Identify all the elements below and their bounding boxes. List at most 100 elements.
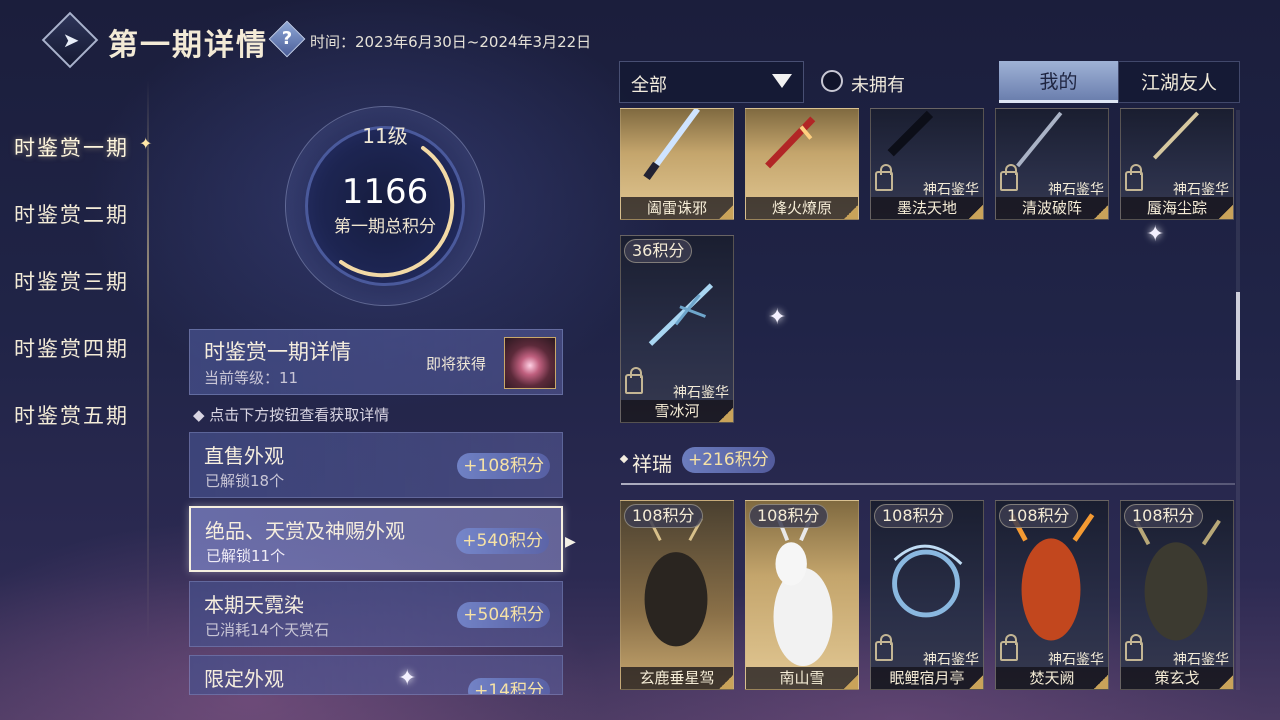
row-points-badge: +504积分: [457, 602, 550, 628]
row-subtitle: 已消耗14个天赏石: [205, 621, 330, 639]
chevron-down-icon[interactable]: [772, 74, 792, 88]
nav-divider: [147, 80, 149, 640]
score-level: 11级: [362, 124, 408, 148]
card-points-badge: 108积分: [999, 504, 1078, 528]
nav-item-period-5[interactable]: 时鉴赏五期: [14, 400, 129, 430]
card-corner-mark: [719, 205, 733, 219]
card-name: 阖雷诛邪: [621, 197, 733, 219]
lock-icon: [1000, 634, 1018, 661]
section-points-badge: +216积分: [682, 447, 775, 473]
nav-item-period-2[interactable]: 时鉴赏二期: [14, 199, 129, 229]
unowned-label: 未拥有: [851, 75, 905, 96]
section-bullet-icon: [619, 454, 629, 464]
weapon-card[interactable]: 烽火燎原: [745, 108, 859, 220]
upcoming-reward-thumbnail[interactable]: [504, 337, 556, 389]
card-name: 雪冰河: [621, 400, 733, 422]
card-name: 策玄戈: [1121, 667, 1233, 689]
card-name: 清波破阵: [996, 197, 1108, 219]
row-title: 限定外观: [204, 667, 284, 691]
sparkle-icon: ✦: [768, 305, 787, 330]
help-icon[interactable]: ?: [274, 26, 300, 52]
card-name: 墨法天地: [871, 197, 983, 219]
score-label: 第一期总积分: [334, 217, 436, 237]
filter-selected-label: 全部: [631, 75, 667, 96]
mount-card[interactable]: 108积分 神石鉴华 眠鲤宿月亭: [870, 500, 984, 690]
lock-icon: [625, 367, 643, 394]
upcoming-reward-label: 即将获得: [426, 355, 487, 373]
card-name: 焚天阙: [996, 667, 1108, 689]
mount-card[interactable]: 108积分 神石鉴华 策玄戈: [1120, 500, 1234, 690]
card-name: 烽火燎原: [746, 197, 858, 219]
nav-item-period-4[interactable]: 时鉴赏四期: [14, 333, 129, 363]
row-title: 绝品、天赏及神赐外观: [205, 519, 405, 543]
card-name: 南山雪: [746, 667, 858, 689]
card-name: 玄鹿垂星驾: [621, 667, 733, 689]
weapon-card[interactable]: 神石鉴华 清波破阵: [995, 108, 1109, 220]
lock-icon: [1000, 164, 1018, 191]
category-row-direct-sale[interactable]: 直售外观 已解锁18个 +108积分: [189, 432, 563, 498]
weapon-card[interactable]: 神石鉴华 蜃海尘踪: [1120, 108, 1234, 220]
card-tag: 神石鉴华: [1048, 182, 1104, 198]
card-corner-mark: [1219, 205, 1233, 219]
scrollbar-thumb[interactable]: [1236, 292, 1240, 380]
detail-title: 时鉴赏一期详情: [204, 340, 351, 364]
page-title: 第一期详情: [108, 28, 268, 63]
card-corner-mark: [719, 675, 733, 689]
card-tag: 神石鉴华: [1173, 652, 1229, 668]
weapon-card[interactable]: 36积分 神石鉴华 雪冰河: [620, 235, 734, 423]
card-points-badge: 36积分: [624, 239, 693, 263]
lock-icon: [875, 634, 893, 661]
card-tag: 神石鉴华: [673, 385, 729, 401]
row-points-badge: +540积分: [456, 528, 549, 554]
row-subtitle: 已解锁18个: [205, 472, 285, 490]
nav-item-period-1[interactable]: 时鉴赏一期: [14, 132, 129, 162]
back-arrow-icon[interactable]: ➤: [56, 27, 86, 53]
mount-card[interactable]: 108积分 南山雪: [745, 500, 859, 690]
unowned-radio[interactable]: [821, 70, 843, 92]
card-tag: 神石鉴华: [1173, 182, 1229, 198]
card-tag: 神石鉴华: [1048, 652, 1104, 668]
card-tag: 神石鉴华: [923, 182, 979, 198]
card-corner-mark: [719, 408, 733, 422]
card-corner-mark: [1094, 205, 1108, 219]
sparkle-icon: ✦: [398, 666, 417, 691]
card-corner-mark: [844, 675, 858, 689]
tab-friends[interactable]: 江湖友人: [1118, 61, 1240, 103]
hint-text: ◆ 点击下方按钮查看获取详情: [193, 406, 390, 424]
weapon-card[interactable]: 神石鉴华 墨法天地: [870, 108, 984, 220]
card-corner-mark: [969, 675, 983, 689]
card-corner-mark: [1219, 675, 1233, 689]
section-divider: [621, 483, 1235, 485]
card-name: 眠鲤宿月亭: [871, 667, 983, 689]
category-row-limited[interactable]: 限定外观 +14积分: [189, 655, 563, 695]
nav-active-star-icon: ✦: [139, 134, 153, 153]
mount-card[interactable]: 108积分 玄鹿垂星驾: [620, 500, 734, 690]
card-points-badge: 108积分: [624, 504, 703, 528]
card-corner-mark: [969, 205, 983, 219]
row-points-badge: +14积分: [468, 678, 550, 694]
nav-item-period-3[interactable]: 时鉴赏三期: [14, 266, 129, 296]
mount-card[interactable]: 108积分 神石鉴华 焚天阙: [995, 500, 1109, 690]
period-time: 时间：2023年6月30日~2024年3月22日: [310, 33, 592, 51]
section-title: 祥瑞: [632, 452, 672, 476]
lock-icon: [1125, 634, 1143, 661]
score-total: 1166: [341, 172, 429, 212]
row-title: 本期天霓染: [204, 593, 304, 617]
row-title: 直售外观: [204, 444, 284, 468]
weapon-card[interactable]: 阖雷诛邪: [620, 108, 734, 220]
category-row-premium[interactable]: 绝品、天赏及神赐外观 已解锁11个 +540积分: [189, 506, 563, 572]
scrollbar-track[interactable]: [1236, 110, 1240, 690]
card-tag: 神石鉴华: [923, 652, 979, 668]
lock-icon: [875, 164, 893, 191]
lock-icon: [1125, 164, 1143, 191]
sparkle-icon: ✦: [1146, 222, 1165, 247]
card-points-badge: 108积分: [749, 504, 828, 528]
card-points-badge: 108积分: [874, 504, 953, 528]
selected-pointer-icon: ▶: [565, 534, 576, 550]
tab-mine[interactable]: 我的: [999, 61, 1118, 103]
card-points-badge: 108积分: [1124, 504, 1203, 528]
card-corner-mark: [844, 205, 858, 219]
category-row-dye[interactable]: 本期天霓染 已消耗14个天赏石 +504积分: [189, 581, 563, 647]
card-corner-mark: [1094, 675, 1108, 689]
weapon-art-icon: [643, 109, 700, 181]
